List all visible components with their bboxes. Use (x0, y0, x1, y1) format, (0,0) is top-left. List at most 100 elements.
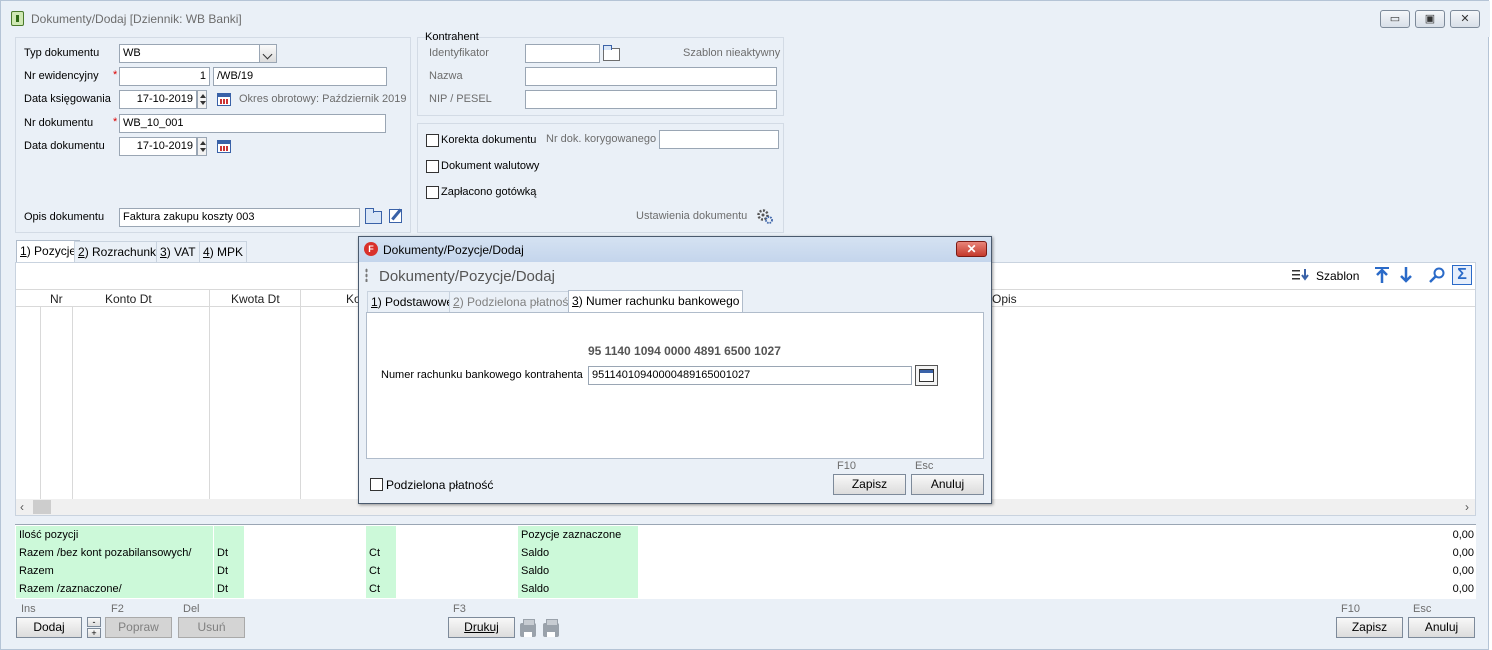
ustawienia-link[interactable]: Ustawienia dokumentu (636, 210, 747, 222)
summary-label-cell: Razem (16, 562, 213, 580)
sum-icon[interactable]: Σ (1452, 265, 1472, 285)
minus-button[interactable]: - (87, 617, 101, 627)
sort-icon[interactable] (1292, 268, 1310, 282)
edit-icon[interactable] (389, 209, 402, 223)
gotowka-label: Zapłacono gotówką (441, 186, 537, 198)
usun-button[interactable]: Usuń (178, 617, 245, 638)
tab-numer-rachunku[interactable]: 3) Numer rachunku bankowego (568, 290, 744, 313)
chevron-down-icon[interactable] (259, 44, 277, 63)
kontrahent-group-label: Kontrahent (425, 31, 479, 43)
account-picker-button[interactable] (915, 365, 938, 386)
nazwa-input[interactable] (525, 67, 777, 86)
nip-pesel-label: NIP / PESEL (429, 93, 492, 105)
folder-icon[interactable] (365, 208, 382, 224)
move-top-icon[interactable] (1374, 267, 1390, 284)
dialog-anuluj-button[interactable]: Anuluj (911, 474, 984, 495)
scroll-left-icon[interactable]: ‹ (20, 500, 24, 514)
walutowy-label: Dokument walutowy (441, 160, 540, 172)
gotowka-checkbox[interactable] (426, 186, 439, 199)
calendar-icon[interactable] (217, 93, 231, 106)
scroll-right-icon[interactable]: › (1465, 500, 1469, 514)
podzielona-checkbox[interactable] (370, 478, 383, 491)
tab-vat[interactable]: 3) VAT (156, 241, 200, 263)
summary-right-cell: Pozycje zaznaczone (518, 526, 638, 544)
calendar-icon[interactable] (217, 140, 231, 153)
tab-mpk[interactable]: 4) MPK (199, 241, 248, 263)
korekta-label: Korekta dokumentu (441, 134, 537, 146)
data-dokumentu-input[interactable]: 17-10-2019 (119, 137, 197, 156)
szablon-button[interactable]: Szablon (1316, 269, 1359, 283)
header-opis[interactable]: Opis (992, 292, 1017, 306)
summary-label-cell: Razem /zaznaczone/ (16, 580, 213, 598)
tab-podstawowe[interactable]: 1) Podstawowe (367, 291, 458, 313)
plus-button[interactable]: + (87, 628, 101, 638)
data-dokumentu-label: Data dokumentu (24, 140, 105, 152)
popraw-button[interactable]: Popraw (105, 617, 172, 638)
minimize-button[interactable]: ▭ (1380, 10, 1410, 28)
summary-dt-cell: Dt (214, 580, 244, 598)
identyfikator-input[interactable] (525, 44, 600, 63)
folder-icon[interactable] (603, 45, 620, 61)
grid-column-divider (40, 307, 41, 499)
account-label: Numer rachunku bankowego kontrahenta (381, 369, 583, 381)
tab-pozycje[interactable]: 1) Pozycje (16, 240, 81, 263)
scrollbar-thumb[interactable] (33, 500, 51, 514)
search-icon[interactable] (1429, 267, 1446, 284)
opis-dokumentu-input[interactable]: Faktura zakupu koszty 003 (119, 208, 360, 227)
esc-key: Esc (915, 460, 934, 472)
dialog-zapisz-button[interactable]: Zapisz (833, 474, 906, 495)
data-ksiegowania-input[interactable]: 17-10-2019 (119, 90, 197, 109)
anuluj-button[interactable]: Anuluj (1408, 617, 1475, 638)
header-kwota-dt[interactable]: Kwota Dt (231, 292, 280, 306)
dodaj-button[interactable]: Dodaj (16, 617, 82, 638)
summary-ct-cell: Ct (366, 580, 396, 598)
nr-dok-korygowanego-input[interactable] (659, 130, 779, 149)
nr-ewidencyjny-suffix[interactable]: /WB/19 (213, 67, 387, 86)
summary-ct-cell: Ct (366, 544, 396, 562)
opis-dokumentu-label: Opis dokumentu (24, 211, 105, 223)
header-konto-dt[interactable]: Konto Dt (105, 292, 152, 306)
summary-dt-cell: Dt (214, 562, 244, 580)
zapisz-button[interactable]: Zapisz (1336, 617, 1403, 638)
f10-key: F10 (837, 460, 856, 472)
title-bar: Dokumenty/Dodaj [Dziennik: WB Banki] ▭ ▣… (1, 1, 1490, 37)
date-spinner[interactable] (197, 137, 207, 156)
nip-pesel-input[interactable] (525, 90, 777, 109)
tab-podzielona-platnosc[interactable]: 2) Podzielona płatność (449, 291, 579, 313)
typ-dokumentu-select[interactable]: WB (119, 44, 261, 63)
nr-dok-korygowanego-label: Nr dok. korygowanego (546, 133, 657, 145)
account-number-input[interactable]: 95114010940000489165001027 (588, 366, 912, 385)
f3-key: F3 (453, 603, 466, 615)
drag-handle-icon[interactable] (365, 268, 368, 282)
move-down-icon[interactable] (1398, 267, 1414, 284)
nr-dokumentu-input[interactable]: WB_10_001 (119, 114, 386, 133)
typ-dokumentu-label: Typ dokumentu (24, 47, 100, 59)
date-spinner[interactable] (197, 90, 207, 109)
korekta-checkbox[interactable] (426, 134, 439, 147)
grid-column-divider (72, 307, 73, 499)
close-button[interactable]: ✕ (1450, 10, 1480, 28)
header-nr[interactable]: Nr (50, 292, 63, 306)
summary-value-cell: 0,00 (1452, 547, 1474, 559)
restore-button[interactable]: ▣ (1415, 10, 1445, 28)
ins-key: Ins (21, 603, 36, 615)
summary-value-cell: 0,00 (1452, 529, 1474, 541)
summary-ct-cell (366, 526, 396, 544)
podzielona-label: Podzielona płatność (386, 478, 494, 492)
summary-label-cell: Ilość pozycji (16, 526, 213, 544)
summary-value-cell: 0,00 (1452, 583, 1474, 595)
printer-icon[interactable] (520, 619, 536, 637)
nazwa-label: Nazwa (429, 70, 463, 82)
summary-right-cell: Saldo (518, 562, 638, 580)
walutowy-checkbox[interactable] (426, 160, 439, 173)
nr-dokumentu-label: Nr dokumentu (24, 117, 94, 129)
summary-right-cell: Saldo (518, 580, 638, 598)
nr-ewidencyjny-input[interactable]: 1 (119, 67, 210, 86)
tab-rozrachunki[interactable]: 2) Rozrachunki (74, 241, 163, 263)
required-mark: * (113, 69, 118, 81)
gear-icon[interactable] (756, 208, 774, 224)
dialog-close-button[interactable]: ✕ (956, 241, 987, 257)
szablon-status: Szablon nieaktywny (683, 47, 781, 59)
printer-icon[interactable] (543, 619, 559, 637)
drukuj-button[interactable]: Drukuj (448, 617, 515, 638)
